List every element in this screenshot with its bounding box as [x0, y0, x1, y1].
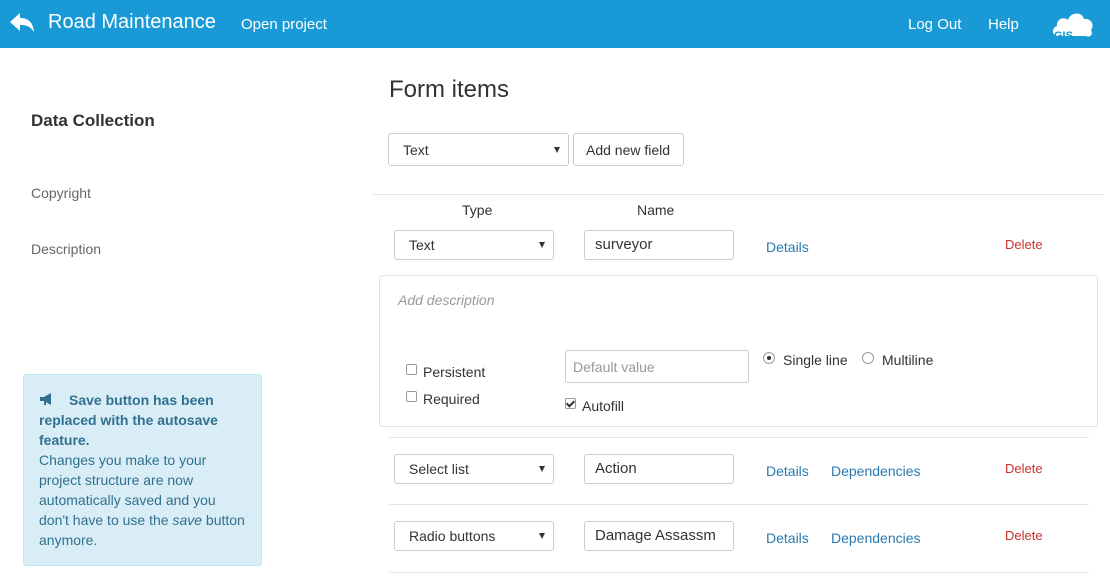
- field-type-value: Text: [409, 237, 435, 253]
- divider: [373, 194, 1103, 195]
- sidebar-item-description[interactable]: Description: [31, 241, 101, 257]
- column-header-name: Name: [637, 202, 675, 218]
- chevron-down-icon: [539, 533, 545, 539]
- field-type-select[interactable]: Text: [394, 230, 554, 260]
- new-field-type-value: Text: [403, 142, 429, 158]
- open-project-link[interactable]: Open project: [241, 16, 327, 33]
- divider: [389, 504, 1089, 505]
- autofill-label: Autofill: [582, 398, 625, 414]
- multiline-label: Multiline: [882, 352, 934, 368]
- new-field-type-select[interactable]: Text: [388, 133, 569, 166]
- sidebar-item-copyright[interactable]: Copyright: [31, 185, 91, 201]
- notice-emphasis: save: [172, 512, 203, 528]
- details-link[interactable]: Details: [766, 530, 809, 546]
- field-type-select[interactable]: Select list: [394, 454, 554, 484]
- sidebar-heading: Data Collection: [31, 111, 155, 130]
- autosave-notice: Save button has been replaced with the a…: [23, 374, 262, 566]
- help-link[interactable]: Help: [988, 16, 1019, 33]
- details-link[interactable]: Details: [766, 463, 809, 479]
- field-type-value: Radio buttons: [409, 528, 496, 544]
- app-title[interactable]: Road Maintenance: [48, 11, 216, 34]
- field-type-select[interactable]: Radio buttons: [394, 521, 554, 551]
- description-input[interactable]: Add description: [398, 292, 495, 308]
- logout-link[interactable]: Log Out: [908, 16, 961, 33]
- top-navbar: Road Maintenance Open project Log Out He…: [0, 0, 1110, 48]
- chevron-down-icon: [539, 242, 545, 248]
- chevron-down-icon: [554, 147, 560, 153]
- field-name-input[interactable]: Damage Assassm: [584, 521, 734, 551]
- delete-link[interactable]: Delete: [1005, 528, 1043, 543]
- column-header-type: Type: [462, 202, 493, 218]
- persistent-label: Persistent: [423, 364, 486, 380]
- required-checkbox[interactable]: [406, 391, 417, 402]
- single-line-radio[interactable]: [763, 352, 775, 364]
- persistent-checkbox[interactable]: [406, 364, 417, 375]
- megaphone-icon: [40, 393, 51, 405]
- multiline-radio[interactable]: [862, 352, 874, 364]
- delete-link[interactable]: Delete: [1005, 461, 1043, 476]
- dependencies-link[interactable]: Dependencies: [831, 530, 921, 546]
- logo-text: GIS: [1054, 30, 1073, 42]
- autofill-checkbox[interactable]: [565, 398, 576, 409]
- details-link[interactable]: Details: [766, 239, 809, 255]
- back-arrow-icon[interactable]: [8, 10, 36, 36]
- divider: [389, 572, 1089, 573]
- chevron-down-icon: [539, 466, 545, 472]
- default-value-input[interactable]: Default value: [565, 350, 749, 383]
- field-name-input[interactable]: surveyor: [584, 230, 734, 260]
- gis-cloud-logo[interactable]: GIS: [1050, 8, 1096, 42]
- add-new-field-button[interactable]: Add new field: [573, 133, 684, 166]
- divider: [389, 437, 1089, 438]
- dependencies-link[interactable]: Dependencies: [831, 463, 921, 479]
- field-name-input[interactable]: Action: [584, 454, 734, 484]
- single-line-label: Single line: [783, 352, 848, 368]
- field-type-value: Select list: [409, 461, 469, 477]
- delete-link[interactable]: Delete: [1005, 237, 1043, 252]
- notice-bold-text: Save button has been replaced with the a…: [39, 392, 218, 448]
- required-label: Required: [423, 391, 480, 407]
- page-title: Form items: [389, 76, 509, 103]
